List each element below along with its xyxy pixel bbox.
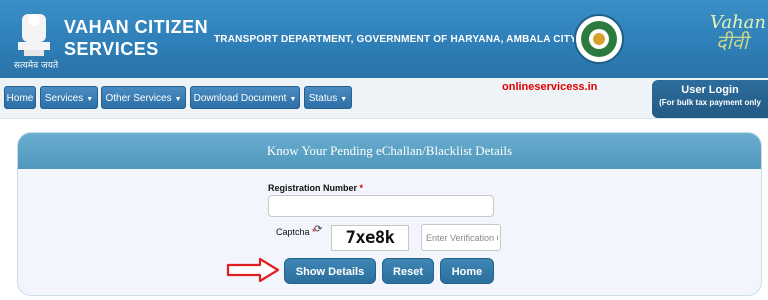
haryana-seal-icon	[574, 14, 624, 64]
refresh-icon[interactable]: ⟳	[314, 225, 324, 235]
captcha-image: 7xe8k	[331, 225, 409, 251]
nav-other-services[interactable]: Other Services ▼	[101, 86, 186, 109]
user-login-button[interactable]: User Login (For bulk tax payment only	[652, 80, 768, 118]
emblem-caption: सत्यमेव जयते	[13, 61, 59, 71]
home-button[interactable]: Home	[440, 258, 494, 284]
nav-home[interactable]: Home	[4, 86, 36, 109]
nav-download-document[interactable]: Download Document ▼	[190, 86, 300, 109]
nav-services[interactable]: Services ▼	[40, 86, 98, 109]
chevron-down-icon: ▼	[340, 96, 348, 103]
chevron-down-icon: ▼	[289, 96, 297, 103]
promo-text: onlineservicess.in	[502, 81, 598, 93]
panel-title: Know Your Pending eChallan/Blacklist Det…	[18, 133, 761, 169]
department-title: TRANSPORT DEPARTMENT, GOVERNMENT OF HARY…	[214, 34, 577, 45]
nav-status[interactable]: Status ▼	[304, 86, 352, 109]
show-details-button[interactable]: Show Details	[284, 258, 376, 284]
arrow-right-icon	[226, 257, 280, 283]
registration-label: Registration Number *	[268, 183, 364, 193]
app-title: VAHAN CITIZEN SERVICES	[64, 17, 209, 59]
verification-code-input[interactable]	[421, 224, 501, 251]
chevron-down-icon: ▼	[174, 96, 182, 103]
vahan-logo: Vahan दीवी	[710, 12, 766, 54]
reset-button[interactable]: Reset	[382, 258, 434, 284]
registration-number-input[interactable]	[268, 195, 494, 217]
chevron-down-icon: ▼	[86, 96, 94, 103]
site-header: सत्यमेव जयते VAHAN CITIZEN SERVICES TRAN…	[0, 0, 768, 78]
captcha-label: Captcha *	[276, 227, 316, 237]
